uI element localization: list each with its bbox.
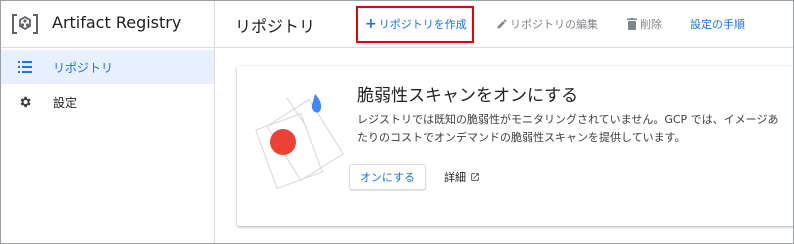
- sidebar-item-settings[interactable]: 設定: [1, 85, 214, 119]
- brand-bar: Artifact Registry: [1, 1, 215, 48]
- delete-label: 削除: [640, 18, 662, 31]
- external-link-icon: [471, 173, 479, 181]
- main-content: 脆弱性スキャンをオンにする レジストリでは既知の脆弱性がモニタリングされていませ…: [215, 49, 793, 243]
- card-title: 脆弱性スキャンをオンにする: [357, 86, 579, 106]
- app-title: Artifact Registry: [52, 13, 182, 32]
- plus-icon: +: [365, 16, 377, 32]
- sidebar-item-repositories[interactable]: リポジトリ: [1, 50, 214, 84]
- trash-icon: [627, 18, 637, 30]
- sidebar-item-label: 設定: [53, 96, 78, 110]
- enable-scan-button[interactable]: オンにする: [349, 164, 426, 190]
- artifact-registry-logo-icon: [12, 14, 38, 34]
- setup-guide-link[interactable]: 設定の手順: [690, 15, 745, 33]
- edit-repository-button[interactable]: リポジトリの編集: [496, 15, 598, 33]
- details-link[interactable]: 詳細: [444, 169, 480, 185]
- sidebar-item-label: リポジトリ: [53, 61, 114, 75]
- details-label: 詳細: [444, 171, 466, 184]
- sidebar: Artifact Registry リポジトリ 設定: [1, 1, 215, 243]
- gear-icon: [20, 96, 31, 108]
- create-repository-label: リポジトリを作成: [378, 18, 467, 31]
- vulnerability-scan-card: 脆弱性スキャンをオンにする レジストリでは既知の脆弱性がモニタリングされていませ…: [237, 66, 793, 226]
- edit-repository-label: リポジトリの編集: [510, 18, 598, 31]
- card-description: レジストリでは既知の脆弱性がモニタリングされていません。GCP では、イメージあ…: [357, 113, 779, 144]
- page-title: リポジトリ: [235, 17, 316, 36]
- page-header: リポジトリ + リポジトリを作成 リポジトリの編集 削除 設定の手順: [215, 1, 793, 48]
- scan-illustration-icon: [255, 94, 344, 190]
- app-window: Artifact Registry リポジトリ 設定 リポジトリ + リポジトリ…: [0, 0, 794, 244]
- list-icon: [18, 61, 32, 73]
- delete-button[interactable]: 削除: [627, 15, 662, 33]
- pencil-icon: [497, 19, 507, 29]
- create-repository-button[interactable]: + リポジトリを作成: [365, 15, 467, 33]
